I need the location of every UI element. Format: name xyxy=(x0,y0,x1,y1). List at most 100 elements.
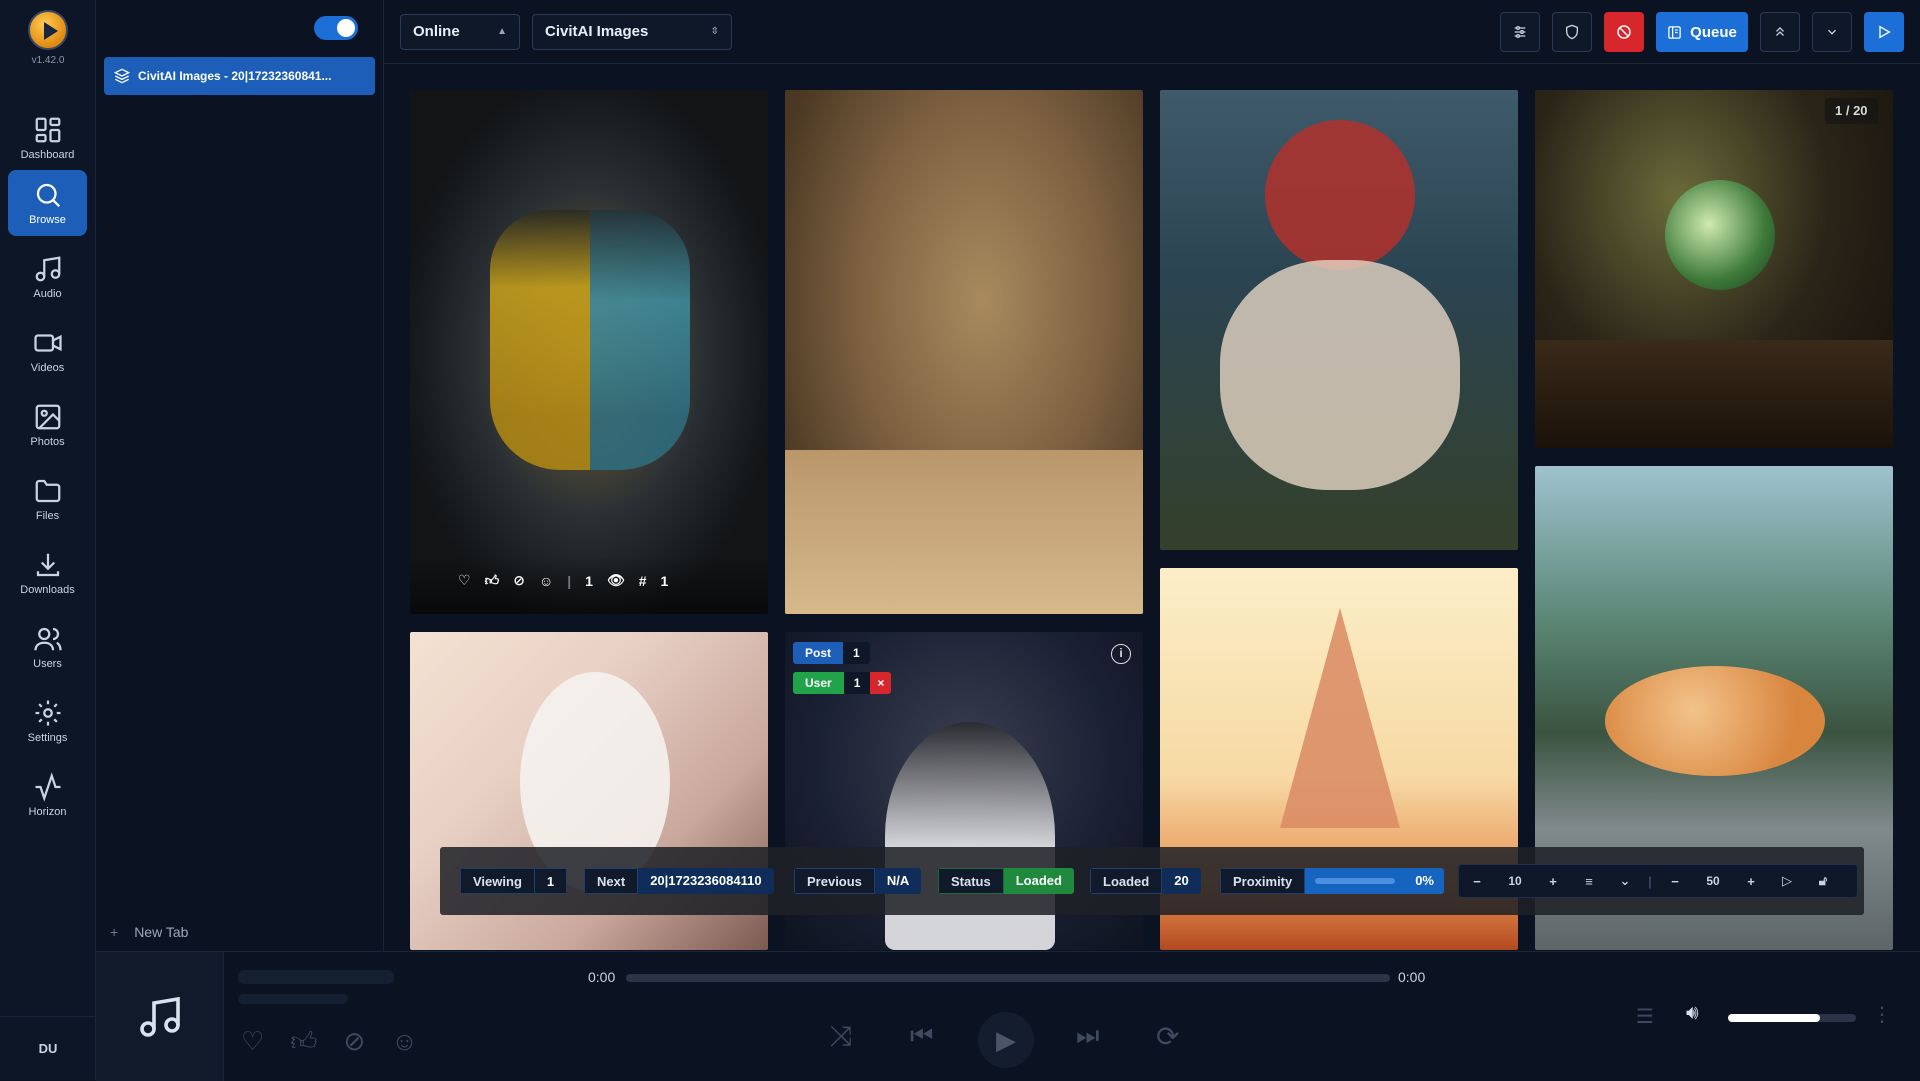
app-logo[interactable] xyxy=(28,10,68,50)
user-tag[interactable]: User 1 × xyxy=(793,672,892,694)
nav-horizon-label: Horizon xyxy=(28,806,67,818)
size-value[interactable]: 50 xyxy=(1693,874,1733,888)
nav-downloads-label: Downloads xyxy=(20,584,75,596)
align-icon[interactable]: ≡ xyxy=(1571,874,1607,889)
heart-icon[interactable]: ♡ xyxy=(241,1026,264,1057)
card-actions: ♡ 👍︎ ⊘ ☺ | 1 👁︎ # 1 xyxy=(458,572,668,589)
columns-value[interactable]: 10 xyxy=(1495,874,1535,888)
nav-files[interactable]: Files xyxy=(8,466,87,532)
image-card[interactable] xyxy=(785,90,1143,614)
ban-icon[interactable]: ⊘ xyxy=(513,572,525,589)
next-label: Next xyxy=(584,868,639,894)
next-track-icon[interactable]: ⏭︎ xyxy=(1076,1020,1099,1052)
thumbs-up-icon[interactable]: 👍︎ xyxy=(485,572,500,589)
status-pill: Status Loaded xyxy=(938,868,1074,894)
image-card[interactable]: 1 / 20 xyxy=(1535,90,1893,448)
table-art xyxy=(1535,340,1893,448)
next-pill[interactable]: Next 20|1723236084110 xyxy=(584,868,774,894)
post-tag[interactable]: Post 1 xyxy=(793,642,870,664)
smile-icon[interactable]: ☺ xyxy=(391,1026,418,1057)
expand-down-button[interactable] xyxy=(1812,12,1852,52)
minus-icon[interactable]: − xyxy=(1459,874,1495,889)
heart-icon[interactable]: ♡ xyxy=(458,572,471,589)
source-select-value: CivitAI Images xyxy=(545,23,649,40)
source-select[interactable]: CivitAI Images ⇳ xyxy=(532,14,732,50)
music-note-icon xyxy=(35,256,60,282)
plus-icon[interactable]: + xyxy=(1535,874,1571,889)
new-tab-button[interactable]: + New Tab xyxy=(110,924,188,940)
progress-track[interactable] xyxy=(626,974,1390,982)
play-icon[interactable]: ▷ xyxy=(1769,873,1805,889)
chevrons-up-icon xyxy=(1776,27,1784,36)
nav-photos-label: Photos xyxy=(30,436,65,448)
volume-icon[interactable]: 🔊︎ xyxy=(1686,1002,1699,1025)
chevrons-down-icon[interactable]: ⌄ xyxy=(1607,873,1643,889)
globe-art xyxy=(1665,180,1775,290)
block-button[interactable] xyxy=(1604,12,1644,52)
nav-downloads[interactable]: Downloads xyxy=(8,540,87,606)
divider: | xyxy=(567,572,572,589)
folder-icon xyxy=(35,479,60,503)
thumbs-up-icon[interactable]: 👍︎ xyxy=(290,1026,317,1057)
nav-browse[interactable]: Browse xyxy=(8,170,87,236)
nav-users[interactable]: Users xyxy=(8,614,87,680)
user-tag-remove[interactable]: × xyxy=(870,672,892,694)
lock-icon[interactable]: 🔓︎ xyxy=(1805,873,1841,889)
top-toolbar: Online ▲ CivitAI Images ⇳ Queue xyxy=(384,0,1920,64)
user-avatar[interactable]: DU xyxy=(0,1016,96,1080)
ban-icon[interactable]: ⊘ xyxy=(343,1026,365,1057)
mode-select[interactable]: Online ▲ xyxy=(400,14,520,50)
repeat-icon[interactable]: ⟳ xyxy=(1156,1020,1179,1053)
nav-videos[interactable]: Videos xyxy=(8,318,87,384)
info-icon[interactable]: i xyxy=(1111,644,1131,664)
nav-photos[interactable]: Photos xyxy=(8,392,87,458)
duration-time: 0:00 xyxy=(1398,969,1426,985)
volume-slider[interactable] xyxy=(1728,1014,1856,1022)
nav-audio[interactable]: Audio xyxy=(8,244,87,310)
chevron-updown-icon: ▲ xyxy=(497,26,507,37)
play-pause-button[interactable]: ▶ xyxy=(978,1012,1034,1068)
tab-item[interactable]: CivitAI Images - 20|17232360841... xyxy=(104,57,375,95)
collapse-up-button[interactable] xyxy=(1760,12,1800,52)
play-slideshow-button[interactable] xyxy=(1864,12,1904,52)
nav-dashboard[interactable]: Dashboard xyxy=(8,105,87,171)
queue-button[interactable]: Queue xyxy=(1656,12,1748,52)
video-icon xyxy=(33,334,62,352)
queue-icon xyxy=(1668,25,1681,39)
tower-art xyxy=(1280,608,1400,828)
volume-fill xyxy=(1728,1014,1821,1022)
nav-horizon[interactable]: Horizon xyxy=(8,762,87,828)
online-toggle[interactable] xyxy=(314,16,358,40)
shuffle-icon[interactable]: ⤨ xyxy=(830,1020,852,1053)
proximity-label: Proximity xyxy=(1220,868,1306,894)
next-value: 20|1723236084110 xyxy=(638,868,774,894)
viewing-label: Viewing xyxy=(460,868,535,894)
nav-settings[interactable]: Settings xyxy=(8,688,87,754)
users-icon xyxy=(33,627,62,651)
previous-label: Previous xyxy=(794,868,875,894)
dashboard-icon xyxy=(35,117,60,143)
ban-icon xyxy=(1617,25,1631,39)
lyrics-icon[interactable]: ☰ xyxy=(1636,1004,1654,1029)
proximity-value: 0% xyxy=(1415,873,1434,888)
minus-icon[interactable]: − xyxy=(1657,874,1693,889)
proximity-pill: Proximity 0% xyxy=(1220,868,1444,894)
mode-select-value: Online xyxy=(413,23,460,40)
image-card[interactable]: ♡ 👍︎ ⊘ ☺ | 1 👁︎ # 1 xyxy=(410,90,768,614)
tab-item-label: CivitAI Images - 20|17232360841... xyxy=(138,69,332,83)
previous-track-icon[interactable]: ⏮︎ xyxy=(910,1020,933,1052)
shield-button[interactable] xyxy=(1552,12,1592,52)
previous-pill[interactable]: Previous N/A xyxy=(794,868,922,894)
track-title-placeholder xyxy=(238,970,394,984)
more-vertical-icon[interactable]: ⋮ xyxy=(1872,1002,1892,1027)
play-icon: ▶ xyxy=(996,1024,1016,1055)
smile-icon[interactable]: ☺ xyxy=(539,573,553,589)
app-sidebar: v1.42.0 Dashboard Browse Audio Videos Ph… xyxy=(0,0,96,1080)
loaded-value: 20 xyxy=(1162,868,1201,894)
filter-button[interactable] xyxy=(1500,12,1540,52)
mask-art xyxy=(1265,120,1415,270)
image-card[interactable] xyxy=(1160,90,1518,550)
post-tag-count: 1 xyxy=(843,642,870,664)
plus-icon[interactable]: + xyxy=(1733,874,1769,889)
nav-users-label: Users xyxy=(33,658,62,670)
